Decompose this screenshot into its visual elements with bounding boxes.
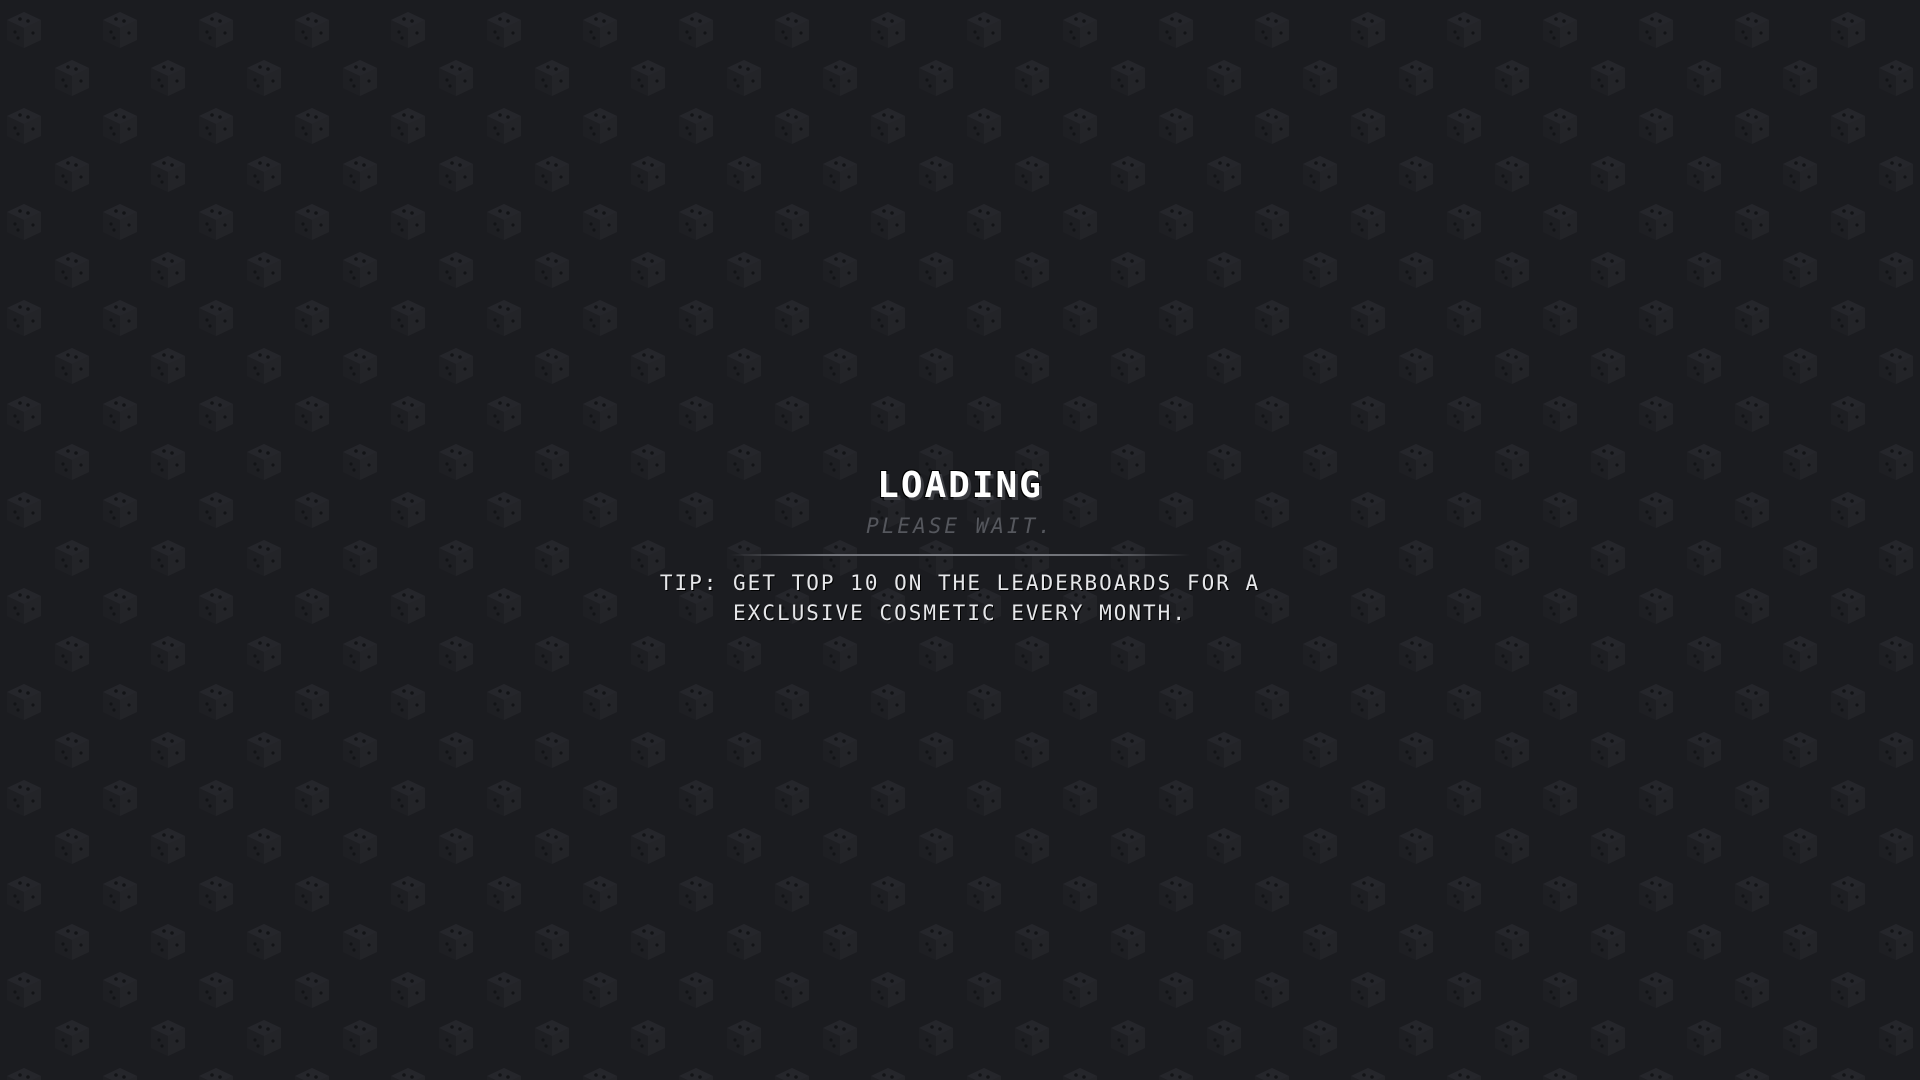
loading-tip: TIP: GET TOP 10 ON THE LEADERBOARDS FOR … — [659, 571, 1261, 625]
loading-panel: LOADING PLEASE WAIT. TIP: GET TOP 10 ON … — [560, 462, 1360, 628]
loading-title: LOADING — [877, 465, 1043, 506]
loading-screen: LOADING PLEASE WAIT. TIP: GET TOP 10 ON … — [0, 0, 1920, 1080]
divider — [730, 554, 1190, 556]
loading-subtitle: PLEASE WAIT. — [866, 514, 1054, 538]
